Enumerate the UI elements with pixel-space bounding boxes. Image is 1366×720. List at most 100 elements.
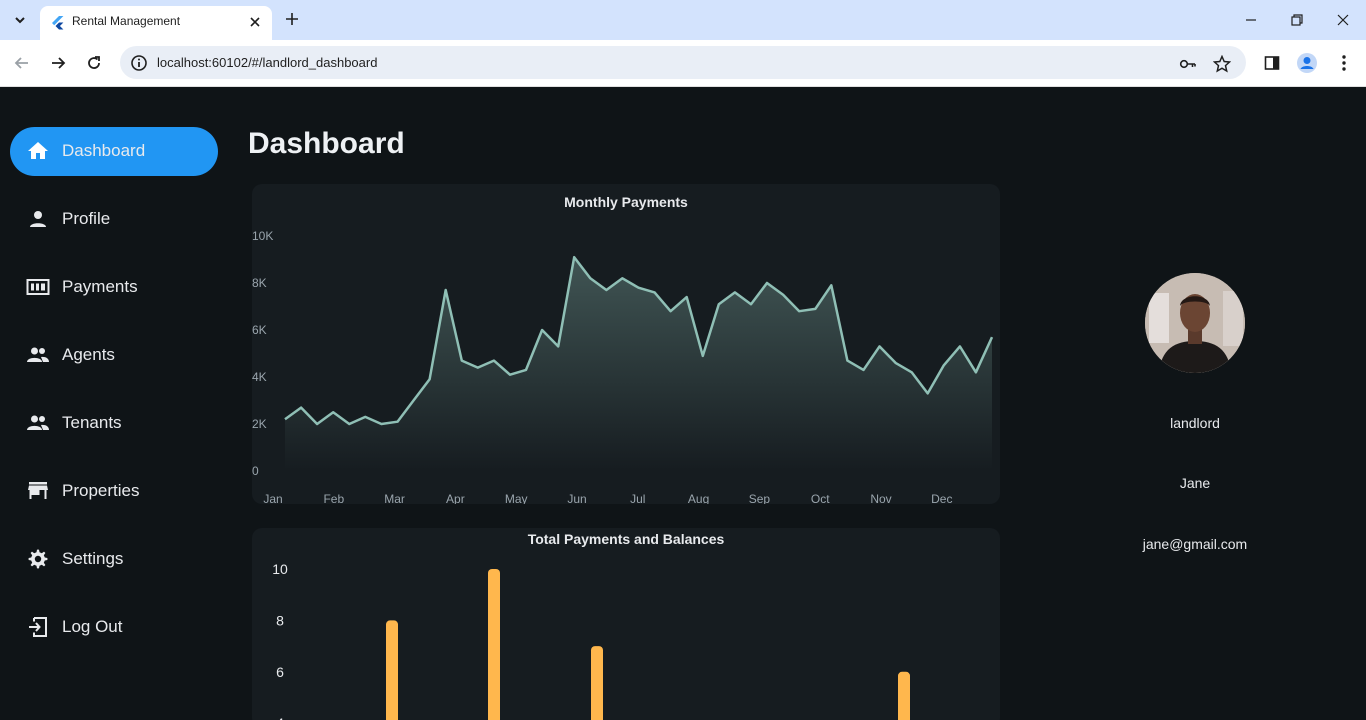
account-icon (1297, 53, 1317, 73)
payments-balances-card: Total Payments and Balances 46810 (252, 528, 1000, 720)
x-tick-label: May (505, 492, 528, 504)
restore-button[interactable] (1287, 10, 1307, 30)
browser-tab-bar: Rental Management (0, 0, 1366, 40)
y-tick-label: 6 (276, 664, 284, 680)
y-tick-label: 0 (252, 464, 259, 478)
minimize-button[interactable] (1241, 10, 1261, 30)
bar (488, 569, 500, 720)
tab-close-button[interactable] (246, 13, 264, 31)
sidebar-item-logout[interactable]: Log Out (10, 603, 218, 652)
sidebar-item-agents[interactable]: Agents (10, 331, 218, 380)
sidebar-item-label: Payments (62, 277, 138, 296)
x-tick-label: Dec (931, 492, 952, 504)
x-tick-label: Oct (811, 492, 830, 504)
password-key-button[interactable] (1178, 54, 1198, 74)
avatar[interactable] (1145, 273, 1245, 373)
more-vert-icon (1342, 55, 1346, 71)
restore-icon (1291, 14, 1303, 26)
x-tick-label: Sep (749, 492, 771, 504)
avatar-photo (1145, 273, 1245, 373)
new-tab-button[interactable] (282, 9, 302, 29)
tab-title: Rental Management (72, 14, 181, 28)
person-icon (30, 211, 46, 227)
payments-icon (26, 279, 50, 295)
logout-icon (29, 617, 47, 637)
sidebar-item-label: Dashboard (62, 141, 146, 160)
payments-balances-chart: 4 6 8 10 (272, 561, 910, 720)
profile-menu-button[interactable] (1296, 52, 1318, 74)
reload-button[interactable] (82, 51, 106, 75)
reload-icon (88, 56, 100, 69)
profile-panel: landlord Jane jane@gmail.com (1080, 87, 1310, 720)
star-icon (1213, 55, 1231, 73)
browser-toolbar: localhost:60102/#/landlord_dashboard (0, 40, 1366, 87)
people-icon (27, 347, 49, 362)
key-icon (1179, 59, 1196, 69)
back-button[interactable] (10, 51, 34, 75)
window-close-button[interactable] (1333, 10, 1353, 30)
monthly-payments-card: Monthly Payments 0 2K 4K 6K 8K 10K Jan Feb Mar Ap… (252, 184, 1000, 504)
sidebar-item-label: Settings (62, 549, 124, 568)
y-tick-label: 4 (276, 715, 284, 720)
browser-menu-button[interactable] (1333, 52, 1355, 74)
bar (591, 646, 603, 720)
x-tick-label: Jan (263, 492, 282, 504)
sidebar-item-properties[interactable]: Properties (10, 467, 218, 516)
sidebar: Dashboard Profile Payments Agents Tenant… (0, 87, 228, 720)
monthly-payments-chart: 0 2K 4K 6K 8K 10K Jan Feb Mar Apr May Jun Jul Aug Sep O… (252, 229, 994, 504)
y-tick-label: 4K (252, 370, 267, 384)
y-tick-label: 8K (252, 276, 267, 290)
x-tick-label: Mar (384, 492, 405, 504)
chevron-down-icon (15, 17, 25, 24)
profile-email: jane@gmail.com (1142, 536, 1248, 552)
x-tick-label: Feb (323, 492, 344, 504)
sidebar-item-tenants[interactable]: Tenants (10, 399, 218, 448)
sidebar-item-dashboard[interactable]: Dashboard (10, 127, 218, 176)
bookmark-button[interactable] (1212, 54, 1232, 74)
app-root: Dashboard Profile Payments Agents Tenant… (0, 87, 1366, 720)
flutter-icon (52, 16, 64, 30)
x-tick-label: Jul (630, 492, 645, 504)
close-icon (1337, 14, 1349, 26)
side-panel-icon (1264, 56, 1280, 70)
browser-tab[interactable]: Rental Management (40, 6, 272, 40)
arrow-left-icon (14, 57, 28, 69)
sidebar-item-label: Log Out (62, 617, 123, 636)
bar (898, 671, 910, 720)
sidebar-item-profile[interactable]: Profile (10, 195, 218, 244)
area-fill (285, 257, 992, 471)
minimize-icon (1246, 19, 1256, 21)
x-tick-label: Aug (688, 492, 709, 504)
sidebar-item-label: Properties (62, 481, 140, 500)
forward-button[interactable] (46, 51, 70, 75)
home-icon (28, 142, 48, 159)
sidebar-item-label: Profile (62, 209, 111, 228)
url-text: localhost:60102/#/landlord_dashboard (157, 55, 378, 70)
x-tick-label: Apr (446, 492, 465, 504)
people-icon (27, 415, 49, 430)
sidebar-item-label: Tenants (62, 413, 122, 432)
x-tick-label: Jun (567, 492, 586, 504)
plus-icon (286, 13, 298, 25)
store-icon (28, 482, 48, 499)
y-tick-label: 6K (252, 323, 267, 337)
page-title: Dashboard (248, 127, 405, 160)
address-bar[interactable]: localhost:60102/#/landlord_dashboard (120, 46, 1246, 79)
x-tick-label: Nov (870, 492, 891, 504)
y-tick-label: 10 (272, 561, 288, 577)
gear-icon (28, 549, 48, 569)
close-icon (250, 17, 260, 27)
tab-search-button[interactable] (8, 8, 32, 32)
profile-role: landlord (1170, 415, 1220, 431)
arrow-right-icon (52, 57, 66, 69)
side-panel-button[interactable] (1261, 52, 1283, 74)
profile-name: Jane (1179, 475, 1211, 491)
sidebar-item-settings[interactable]: Settings (10, 535, 218, 584)
bar (386, 620, 398, 720)
site-info-icon[interactable] (130, 54, 148, 72)
sidebar-item-payments[interactable]: Payments (10, 263, 218, 312)
y-tick-label: 10K (252, 229, 273, 243)
y-tick-label: 8 (276, 612, 284, 628)
sidebar-item-label: Agents (62, 345, 115, 364)
y-tick-label: 2K (252, 417, 267, 431)
